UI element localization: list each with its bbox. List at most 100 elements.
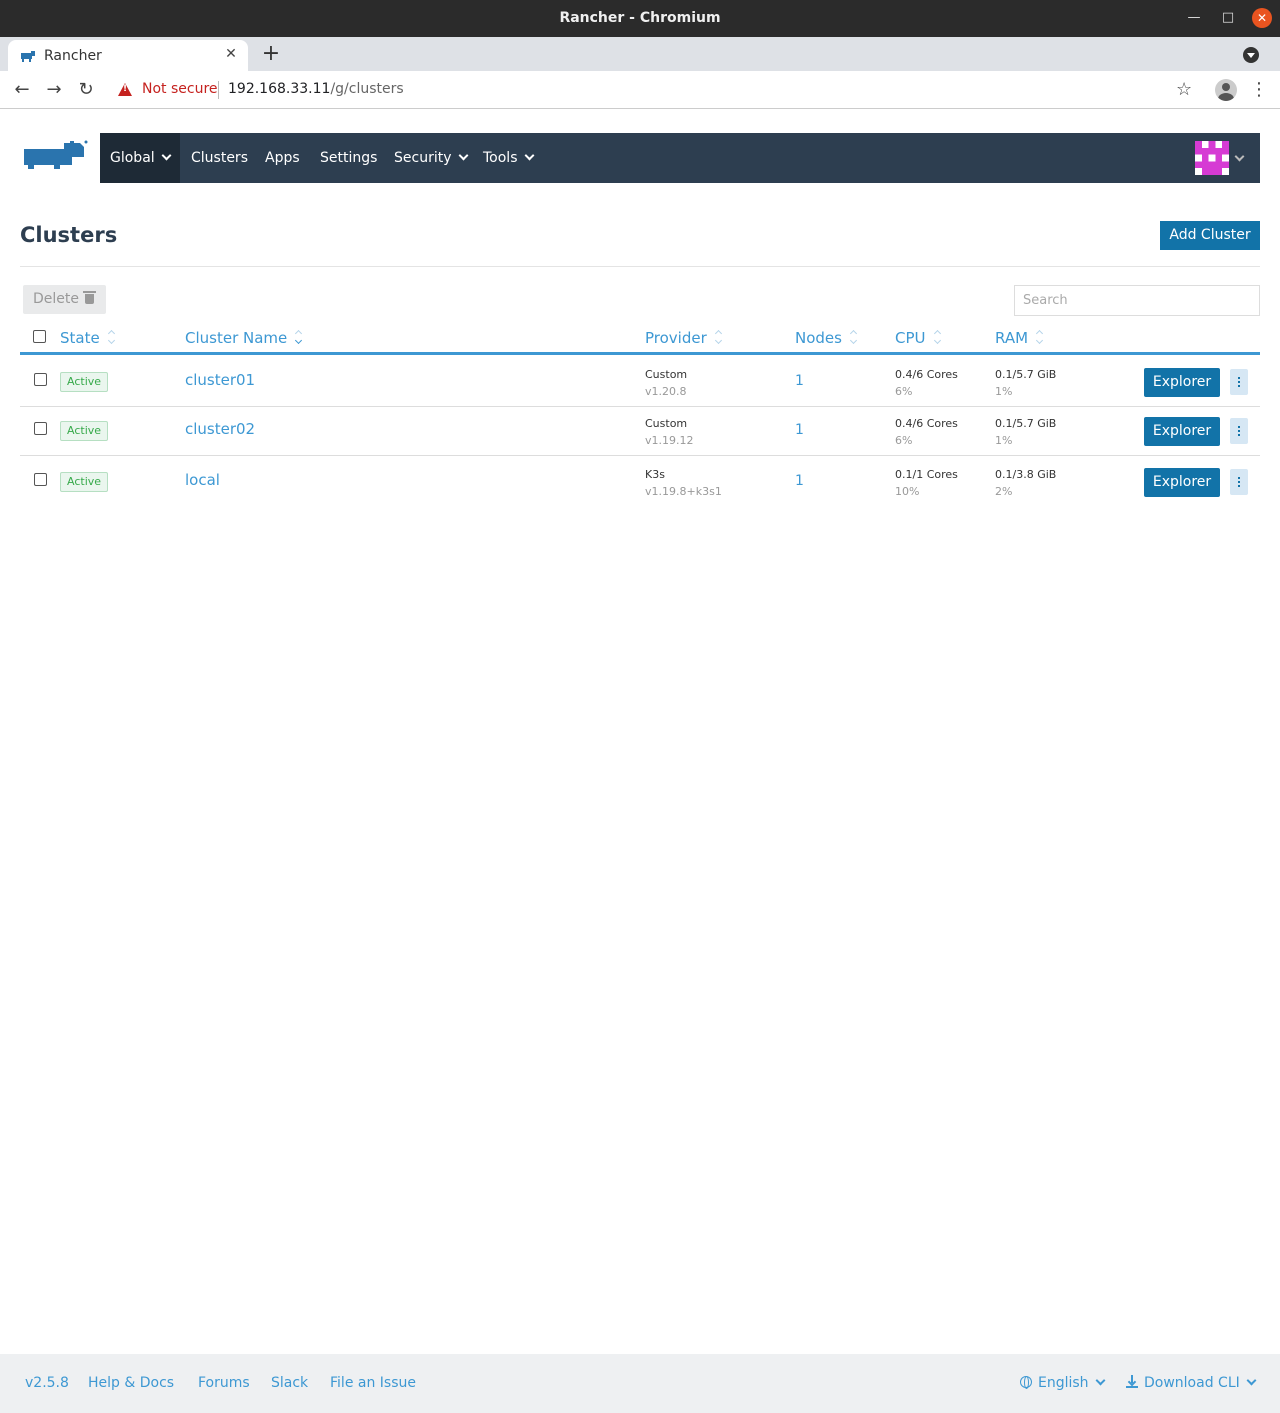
sort-icon	[934, 331, 942, 345]
cluster-name-link[interactable]: local	[185, 471, 220, 489]
more-actions-icon[interactable]	[1230, 418, 1248, 444]
add-cluster-button[interactable]: Add Cluster	[1160, 221, 1260, 250]
page-title: Clusters	[20, 223, 118, 247]
warning-icon[interactable]	[118, 83, 132, 96]
profile-icon[interactable]	[1215, 79, 1237, 101]
more-actions-icon[interactable]	[1230, 469, 1248, 495]
help-docs-link[interactable]: Help & Docs	[88, 1375, 174, 1391]
sort-descending-icon	[295, 331, 303, 345]
ram-usage: 0.1/5.7 GiB	[995, 368, 1057, 381]
table-row: Active cluster01 Custom v1.20.8 1 0.4/6 …	[20, 357, 1260, 407]
select-all-checkbox[interactable]	[33, 330, 46, 343]
language-selector[interactable]: English	[1020, 1375, 1106, 1391]
provider-version: v1.19.8+k3s1	[645, 485, 722, 498]
bookmark-star-icon[interactable]: ☆	[1176, 79, 1192, 100]
chevron-down-icon	[1246, 1375, 1257, 1386]
table-row: Active cluster02 Custom v1.19.12 1 0.4/6…	[20, 406, 1260, 456]
sort-icon	[850, 331, 858, 345]
sort-icon	[715, 331, 723, 345]
rancher-logo-icon[interactable]	[20, 139, 88, 175]
nav-security[interactable]: Security	[384, 133, 477, 183]
search-input[interactable]	[1014, 285, 1260, 316]
chevron-down-icon[interactable]	[1234, 151, 1245, 162]
user-avatar[interactable]	[1195, 141, 1229, 175]
status-badge: Active	[60, 372, 109, 392]
ram-percent: 1%	[995, 385, 1013, 398]
explorer-button[interactable]: Explorer	[1144, 368, 1220, 397]
chevron-down-icon	[458, 150, 468, 161]
cpu-percent: 6%	[895, 434, 913, 447]
column-provider[interactable]: Provider	[645, 329, 723, 347]
address-bar[interactable]: 192.168.33.11/g/clusters	[228, 81, 404, 97]
forward-icon[interactable]: →	[42, 78, 66, 102]
delete-button[interactable]: Delete	[23, 285, 106, 314]
ram-usage: 0.1/3.8 GiB	[995, 468, 1057, 481]
status-badge: Active	[60, 472, 109, 492]
nodes-link[interactable]: 1	[795, 422, 804, 438]
url-path: /g/clusters	[330, 81, 404, 97]
nav-settings[interactable]: Settings	[310, 133, 387, 183]
nodes-link[interactable]: 1	[795, 373, 804, 389]
chevron-down-icon	[161, 150, 172, 161]
browser-menu-icon[interactable]: ⋮	[1250, 79, 1268, 100]
column-ram[interactable]: RAM	[995, 329, 1044, 347]
explorer-button[interactable]: Explorer	[1144, 417, 1220, 446]
ram-usage: 0.1/5.7 GiB	[995, 417, 1057, 430]
ram-percent: 2%	[995, 485, 1013, 498]
security-indicator[interactable]: Not secure	[142, 81, 218, 97]
sort-icon	[1036, 331, 1044, 345]
explorer-button[interactable]: Explorer	[1144, 468, 1220, 497]
download-cli-menu[interactable]: Download CLI	[1126, 1375, 1257, 1391]
cpu-usage: 0.4/6 Cores	[895, 417, 958, 430]
provider-version: v1.19.12	[645, 434, 694, 447]
more-actions-icon[interactable]	[1230, 369, 1248, 395]
browser-toolbar: ← → ↻ Not secure 192.168.33.11/g/cluster…	[0, 71, 1280, 109]
file-issue-link[interactable]: File an Issue	[330, 1375, 416, 1391]
row-checkbox[interactable]	[34, 422, 47, 435]
back-icon[interactable]: ←	[10, 78, 34, 102]
cpu-percent: 10%	[895, 485, 920, 498]
tab-search-icon[interactable]	[1243, 47, 1259, 63]
nav-apps[interactable]: Apps	[255, 133, 310, 183]
tab-close-icon[interactable]: ✕	[222, 46, 240, 62]
url-host: 192.168.33.11	[228, 81, 331, 97]
nav-tools[interactable]: Tools	[473, 133, 543, 183]
version-link[interactable]: v2.5.8	[25, 1375, 69, 1391]
forums-link[interactable]: Forums	[198, 1375, 250, 1391]
trash-icon	[83, 291, 96, 304]
window-titlebar: Rancher - Chromium — □ ✕	[0, 0, 1280, 37]
cpu-percent: 6%	[895, 385, 913, 398]
nav-clusters[interactable]: Clusters	[181, 133, 258, 183]
provider-version: v1.20.8	[645, 385, 687, 398]
browser-tab[interactable]: Rancher ✕	[8, 40, 248, 71]
maximize-icon[interactable]: □	[1218, 8, 1238, 28]
tab-title: Rancher	[44, 48, 102, 64]
column-cluster-name[interactable]: Cluster Name	[185, 329, 303, 347]
provider-name: Custom	[645, 368, 688, 381]
close-window-icon[interactable]: ✕	[1252, 8, 1272, 28]
nav-global[interactable]: Global	[100, 133, 180, 183]
footer: v2.5.8 Help & Docs Forums Slack File an …	[0, 1354, 1280, 1413]
column-nodes[interactable]: Nodes	[795, 329, 858, 347]
row-checkbox[interactable]	[34, 373, 47, 386]
column-state[interactable]: State	[60, 329, 116, 347]
minimize-icon[interactable]: —	[1184, 8, 1204, 28]
column-cpu[interactable]: CPU	[895, 329, 942, 347]
provider-name: Custom	[645, 417, 688, 430]
slack-link[interactable]: Slack	[271, 1375, 308, 1391]
cluster-name-link[interactable]: cluster02	[185, 420, 255, 438]
main-navigation: Global Clusters Apps Settings Security T…	[100, 133, 1260, 183]
row-checkbox[interactable]	[34, 473, 47, 486]
status-badge: Active	[60, 421, 109, 441]
cpu-usage: 0.1/1 Cores	[895, 468, 958, 481]
cluster-name-link[interactable]: cluster01	[185, 371, 255, 389]
nodes-link[interactable]: 1	[795, 473, 804, 489]
url-separator	[218, 81, 219, 99]
sort-icon	[108, 331, 116, 345]
table-header: State Cluster Name Provider Nodes CPU RA…	[20, 325, 1260, 355]
reload-icon[interactable]: ↻	[74, 78, 98, 102]
tab-strip: Rancher ✕ +	[0, 37, 1280, 71]
globe-icon	[1020, 1376, 1032, 1389]
chevron-down-icon	[524, 150, 534, 161]
new-tab-icon[interactable]: +	[260, 42, 282, 66]
